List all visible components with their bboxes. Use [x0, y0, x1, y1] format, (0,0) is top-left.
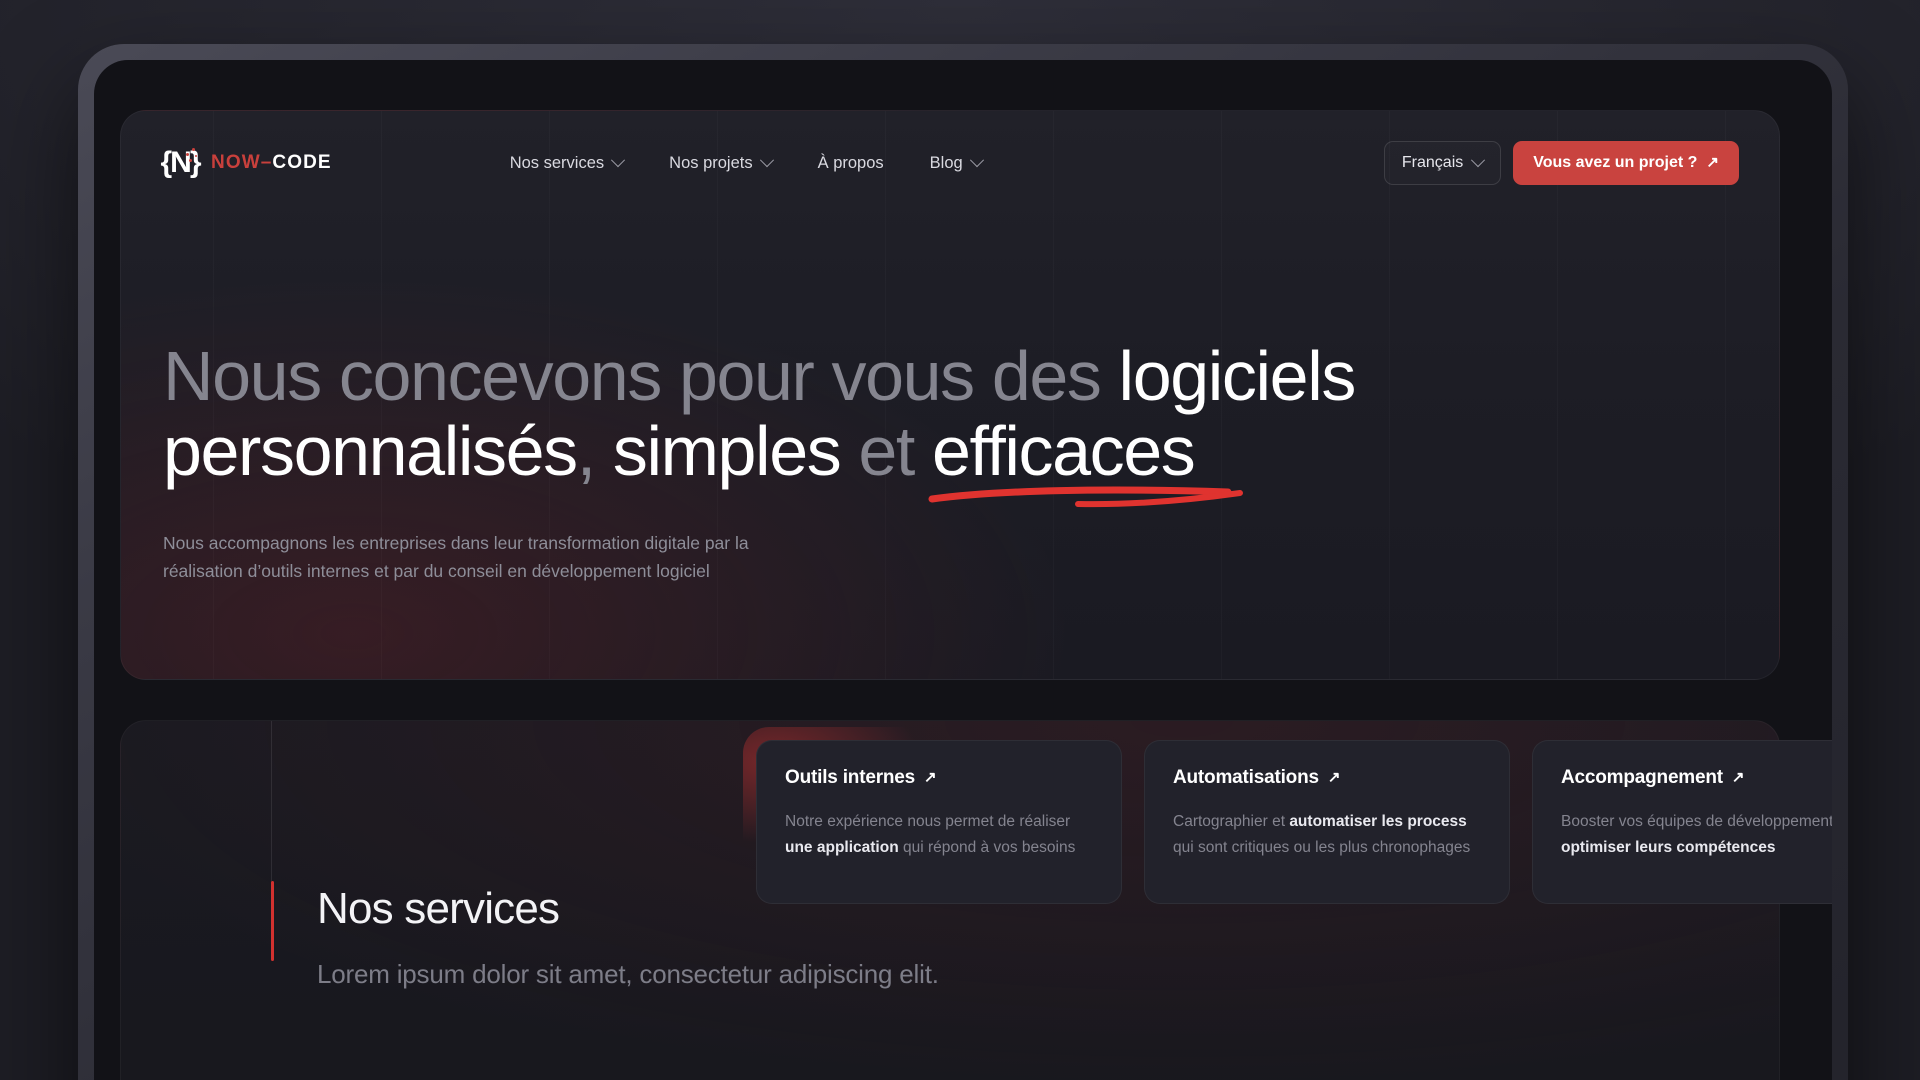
- cta-label: Vous avez un projet ?: [1533, 154, 1698, 171]
- feature-card-title: Automatisations ↗: [1173, 767, 1483, 789]
- logo-spark-icon: [189, 159, 192, 162]
- feature-card-body: Cartographier et automatiser les process…: [1173, 809, 1483, 860]
- page-title: Nous concevons pour vous des logiciels p…: [163, 337, 1593, 507]
- feature-card-body-pre: Booster vos équipes de développement pou…: [1561, 813, 1832, 830]
- logo-glyph: {N}: [160, 146, 202, 179]
- browser-viewport: {N} NOW–CODE Nos services Nos projets À …: [94, 60, 1832, 1080]
- feature-card-title: Accompagnement ↗: [1561, 767, 1832, 789]
- services-divider: [271, 721, 272, 881]
- logo-spark-icon: [186, 153, 189, 156]
- cta-project-button[interactable]: Vous avez un projet ? ↗: [1513, 141, 1739, 185]
- feature-card-accompagnement[interactable]: Accompagnement ↗ Booster vos équipes de …: [1532, 740, 1832, 904]
- brand-dash-text: –: [260, 152, 273, 173]
- feature-card-body-pre: Cartographier et: [1173, 813, 1290, 830]
- feature-card-title-text: Accompagnement: [1561, 767, 1723, 788]
- hero-copy: Nous concevons pour vous des logiciels p…: [163, 339, 1593, 585]
- feature-card-title-text: Automatisations: [1173, 767, 1319, 788]
- feature-card-title: Outils internes ↗: [785, 767, 1095, 789]
- nav-item-nos-services[interactable]: Nos services: [509, 153, 626, 173]
- navbar-actions: Français Vous avez un projet ? ↗: [1383, 141, 1739, 185]
- feature-card-body-post: qui sont critiques ou les plus chronopha…: [1173, 838, 1471, 856]
- page-root: {N} NOW–CODE Nos services Nos projets À …: [0, 0, 1920, 1080]
- headline-part-comma: ,: [576, 411, 596, 490]
- headline-part-dim: et: [858, 411, 933, 490]
- hero-panel: {N} NOW–CODE Nos services Nos projets À …: [120, 110, 1780, 680]
- logo-mark-icon: {N}: [160, 144, 202, 182]
- nav-item-label: Nos projets: [669, 153, 753, 172]
- red-underline-swoosh-icon: [928, 486, 1244, 507]
- nav-item-blog[interactable]: Blog: [929, 153, 984, 173]
- main-navbar: {N} NOW–CODE Nos services Nos projets À …: [121, 111, 1779, 215]
- nav-item-nos-projets[interactable]: Nos projets: [669, 153, 774, 173]
- nav-links: Nos services Nos projets À propos Blog: [509, 153, 984, 173]
- language-selector[interactable]: Français: [1383, 141, 1502, 185]
- nav-item-label: Nos services: [509, 153, 605, 172]
- feature-card-automatisations[interactable]: Automatisations ↗ Cartographier et autom…: [1144, 740, 1510, 904]
- headline-part-underlined: efficaces: [928, 413, 1244, 507]
- logo-spark-icon: [192, 148, 195, 151]
- device-bezel: {N} NOW–CODE Nos services Nos projets À …: [78, 44, 1848, 1080]
- feature-card-body-pre: Notre expérience nous permet de réaliser: [785, 813, 1071, 830]
- feature-card-body-post: qui répond à vos besoins: [898, 838, 1076, 856]
- brand-wordmark: NOW–CODE: [211, 152, 332, 174]
- feature-card-body: Notre expérience nous permet de réaliser…: [785, 809, 1095, 860]
- feature-card-body-bold: automatiser les process: [1289, 813, 1467, 830]
- feature-card-body-bold: optimiser leurs compétences: [1561, 838, 1776, 856]
- brand-logo[interactable]: {N} NOW–CODE: [160, 144, 332, 182]
- hero-subtitle: Nous accompagnons les entreprises dans l…: [163, 532, 749, 582]
- chevron-down-icon: [969, 153, 984, 168]
- feature-cards: Outils internes ↗ Notre expérience nous …: [743, 727, 1832, 917]
- services-accent-bar: [271, 881, 274, 961]
- feature-card-body-bold: une application: [785, 838, 899, 856]
- nav-item-label: Blog: [929, 153, 963, 172]
- services-subtitle: Lorem ipsum dolor sit amet, consectetur …: [317, 959, 939, 989]
- nav-item-a-propos[interactable]: À propos: [818, 154, 884, 173]
- arrow-up-right-icon: ↗: [1731, 768, 1745, 786]
- headline-part-bright: simples: [594, 411, 859, 490]
- brand-code-text: CODE: [272, 152, 332, 173]
- arrow-up-right-icon: ↗: [924, 768, 937, 786]
- arrow-up-right-icon: ↗: [1327, 768, 1341, 786]
- nav-item-label: À propos: [817, 153, 884, 172]
- chevron-down-icon: [759, 153, 774, 168]
- chevron-down-icon: [1471, 153, 1486, 168]
- feature-card-outils-internes[interactable]: Outils internes ↗ Notre expérience nous …: [743, 727, 1135, 917]
- logo-spark-icon: [195, 155, 197, 157]
- feature-card-body: Booster vos équipes de développement pou…: [1561, 809, 1832, 860]
- chevron-down-icon: [611, 153, 626, 168]
- feature-card-title-text: Outils internes: [785, 767, 916, 788]
- language-label: Français: [1401, 154, 1464, 171]
- services-title: Nos services: [317, 884, 560, 933]
- headline-part-dim: Nous concevons pour vous des: [163, 337, 1119, 415]
- brand-now-text: NOW: [211, 152, 261, 173]
- arrow-up-right-icon: ↗: [1706, 153, 1719, 171]
